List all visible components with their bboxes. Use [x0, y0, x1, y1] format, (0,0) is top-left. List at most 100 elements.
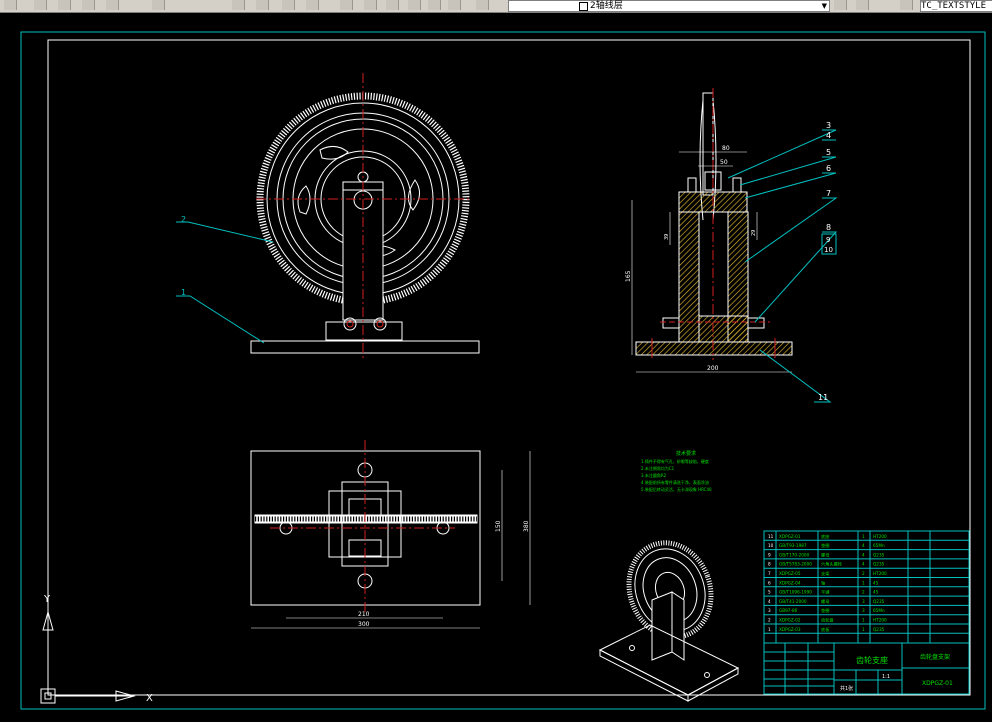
- zoom-window-icon[interactable]: [58, 0, 71, 10]
- bom-cell-mat: 65Mn: [873, 543, 885, 548]
- balloon-11: 11: [818, 393, 828, 402]
- bom-table: 11 XDPGZ-01 底座 1 HT20010 GB/T93-1987 垫圈 4 65Mn9 G…: [763, 530, 970, 644]
- bom-cell-name: 垫圈: [821, 542, 829, 549]
- design-center-icon[interactable]: [232, 0, 245, 10]
- text-style-icon[interactable]: [900, 0, 913, 10]
- bom-cell-qty: 2: [862, 571, 865, 576]
- insert-icon[interactable]: [408, 0, 421, 10]
- balloon-8: 8: [826, 223, 831, 232]
- balloon-7: 7: [826, 189, 831, 198]
- table-icon[interactable]: [448, 0, 461, 10]
- title-block-sheet: 共1张: [840, 685, 853, 692]
- tool-palette-icon[interactable]: [256, 0, 269, 10]
- dim-50: 50: [720, 159, 728, 166]
- dim-165: 165: [625, 270, 632, 282]
- text-icon[interactable]: [340, 0, 353, 10]
- isometric-view: [598, 540, 740, 702]
- bom-cell-code: GB/T41-2000: [779, 599, 807, 604]
- layer-states-icon[interactable]: [834, 0, 847, 10]
- bom-cell-qty: 1: [862, 627, 865, 632]
- balloon-2: 2: [181, 215, 186, 224]
- bom-cell-name: 平键: [821, 589, 830, 596]
- dim-150: 150: [495, 520, 502, 532]
- balloon-4: 4: [826, 131, 831, 140]
- bom-cell-name: 六角头螺栓: [821, 561, 843, 568]
- bom-cell-name: 螺母: [821, 551, 829, 558]
- front-view: [250, 73, 480, 358]
- notes-line-4: 4.装配前所有零件清洗干净，表面涂油: [641, 479, 709, 485]
- dim-380: 380: [523, 520, 530, 532]
- balloon-10: 10: [824, 246, 833, 254]
- pan-icon[interactable]: [106, 0, 119, 10]
- bom-cell-qty: 3: [862, 599, 865, 604]
- title-block-name: 齿轮盘支架: [920, 653, 950, 661]
- bom-cell-qty: 4: [862, 562, 865, 567]
- side-section-view: 80 50 165 39 29 200: [625, 88, 793, 373]
- zoom-all-icon[interactable]: [306, 0, 319, 10]
- bom-cell-mat: Q235: [873, 562, 885, 567]
- bom-cell-code: GB/T170-2000: [779, 552, 810, 557]
- layers-icon[interactable]: [4, 0, 17, 10]
- bom-cell-qty: 1: [862, 580, 865, 585]
- bom-cell-name: 底座: [821, 533, 829, 540]
- drawing-canvas[interactable]: 2 1 80 50 165 39 29 200 3 4 5 6 7 8 9 10…: [0, 12, 992, 722]
- sheet-icon[interactable]: [428, 0, 441, 10]
- bom-cell-no: 3: [768, 608, 771, 613]
- text-style-dropdown[interactable]: TC_TEXTSTYLE: [920, 0, 992, 12]
- layer-dropdown[interactable]: 2轴线层 ▼: [508, 0, 830, 12]
- bom-cell-mat: Q235: [873, 627, 885, 632]
- bom-cell-no: 6: [768, 580, 771, 585]
- notes-line-2: 2.未注倒角均为C1: [641, 465, 675, 471]
- bom-cell-no: 2: [768, 618, 771, 623]
- bom-cell-code: GB/T93-1987: [779, 543, 807, 548]
- bom-cell-mat: Q235: [873, 599, 885, 604]
- layer-color-swatch: [579, 2, 588, 11]
- leader-2: 2: [176, 215, 274, 243]
- bom-cell-name: 垫圈: [821, 607, 829, 614]
- properties-icon[interactable]: [152, 0, 165, 10]
- block-icon[interactable]: [386, 0, 399, 10]
- bom-cell-name: 底板: [821, 626, 830, 633]
- balloon-5: 5: [826, 148, 831, 157]
- bom-cell-qty: 1: [862, 618, 865, 623]
- outer-border: [20, 31, 986, 710]
- bom-cell-no: 8: [768, 562, 771, 567]
- bom-cell-no: 10: [768, 543, 774, 548]
- leader-1: 1: [176, 288, 265, 344]
- bom-cell-no: 5: [768, 590, 771, 595]
- dim-29: 29: [751, 230, 757, 236]
- notes-title: 技术要求: [676, 450, 696, 457]
- help-icon[interactable]: [476, 0, 489, 10]
- zoom-extents-icon[interactable]: [282, 0, 295, 10]
- bom-cell-qty: 2: [862, 590, 865, 595]
- technical-notes: 技术要求 1.铸件不得有气孔、砂眼等缺陷，硬度 2.未注倒角均为C1 3.未注圆…: [641, 450, 712, 492]
- bom-cell-mat: HT200: [873, 571, 887, 576]
- bom-cell-mat: HT200: [873, 618, 887, 623]
- bom-cell-qty: 4: [862, 552, 865, 557]
- layer-previous-icon[interactable]: [856, 0, 869, 10]
- bom-cell-code: XDPGZ-04: [779, 580, 801, 585]
- mtext-icon[interactable]: [364, 0, 377, 10]
- title-block-title: 齿轮支座: [856, 655, 888, 665]
- zoom-realtime-icon[interactable]: [34, 0, 47, 10]
- dim-80: 80: [722, 145, 730, 152]
- title-block-drawing-no: XDPGZ-01: [922, 680, 953, 687]
- ucs-icon: Y X: [40, 594, 153, 704]
- bom-cell-mat: 65Mn: [873, 608, 885, 613]
- inner-border: [47, 39, 971, 696]
- bom-cell-no: 4: [768, 599, 771, 604]
- bom-cell-no: 7: [768, 571, 771, 576]
- bom-cell-qty: 4: [862, 543, 865, 548]
- bom-cell-name: 齿轮盘: [821, 617, 834, 624]
- ucs-y-label: Y: [43, 594, 51, 605]
- ucs-x-label: X: [146, 693, 153, 704]
- zoom-previous-icon[interactable]: [82, 0, 95, 10]
- balloon-1: 1: [181, 288, 186, 297]
- dim-200: 200: [707, 365, 719, 372]
- dim-210: 210: [358, 611, 370, 618]
- bom-cell-mat: HT200: [873, 534, 887, 539]
- notes-line-1: 1.铸件不得有气孔、砂眼等缺陷，硬度: [641, 458, 709, 464]
- balloon-3: 3: [826, 121, 831, 130]
- bom-cell-code: XDPGZ-05: [779, 571, 801, 576]
- bom-cell-mat: Q235: [873, 552, 885, 557]
